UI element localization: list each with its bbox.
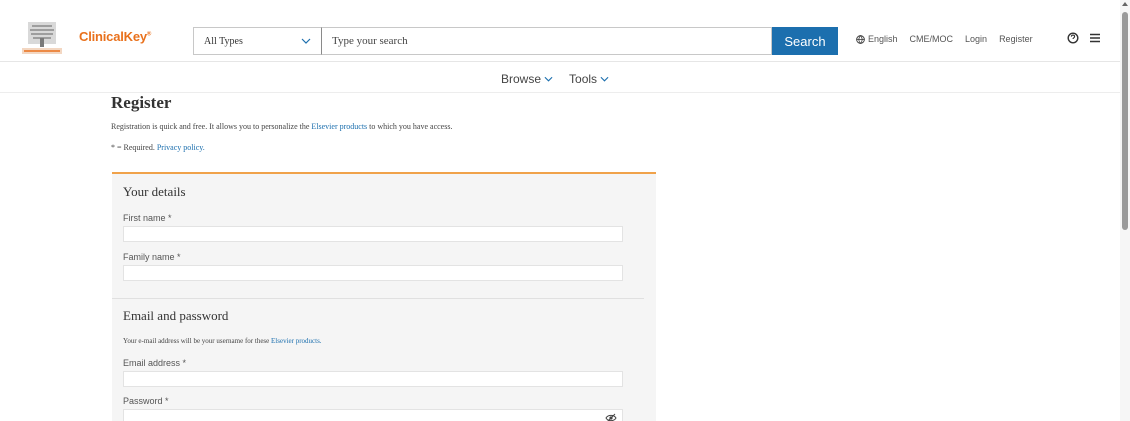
email-label: Email address * bbox=[123, 358, 187, 368]
page-title: Register bbox=[111, 93, 172, 112]
first-name-label: First name * bbox=[123, 213, 172, 223]
scrollbar-thumb[interactable] bbox=[1122, 12, 1128, 230]
elsevier-products-link-2[interactable]: Elsevier products. bbox=[271, 337, 322, 345]
email-password-heading: Email and password bbox=[123, 308, 229, 323]
chevron-down-icon bbox=[600, 76, 609, 82]
section-divider bbox=[112, 298, 644, 299]
family-name-field[interactable] bbox=[123, 265, 623, 281]
privacy-policy-link[interactable]: Privacy policy. bbox=[157, 143, 205, 152]
scroll-up-arrow-icon[interactable] bbox=[1122, 2, 1128, 6]
registration-form: Your details First name * Family name * … bbox=[112, 172, 656, 421]
email-note-text: Your e-mail address will be your usernam… bbox=[123, 337, 272, 345]
utility-links: English CME/MOC Login Register bbox=[856, 34, 1045, 44]
header-icons bbox=[1067, 32, 1111, 44]
search-button[interactable]: Search bbox=[772, 27, 838, 55]
brand-text: ClinicalKey bbox=[79, 29, 147, 44]
content-type-value: All Types bbox=[204, 35, 243, 47]
password-label: Password * bbox=[123, 396, 169, 406]
intro-text: Registration is quick and free. It allow… bbox=[111, 122, 312, 131]
required-text: * = Required. bbox=[111, 143, 155, 152]
language-selector[interactable]: English bbox=[856, 34, 898, 44]
email-note: Your e-mail address will be your usernam… bbox=[123, 337, 322, 345]
intro-text-end: to which you have access. bbox=[367, 122, 453, 131]
globe-icon bbox=[856, 34, 865, 44]
login-link[interactable]: Login bbox=[965, 34, 987, 44]
elsevier-products-link[interactable]: Elsevier products bbox=[311, 122, 367, 131]
tools-menu[interactable]: Tools bbox=[569, 72, 609, 86]
brand-name[interactable]: ClinicalKey® bbox=[79, 29, 151, 44]
brand-trademark: ® bbox=[146, 31, 152, 38]
email-field[interactable] bbox=[123, 371, 623, 387]
eye-slash-icon[interactable] bbox=[605, 413, 617, 421]
your-details-heading: Your details bbox=[123, 184, 186, 199]
browse-label: Browse bbox=[501, 72, 542, 86]
first-name-field[interactable] bbox=[123, 226, 623, 242]
cme-moc-link[interactable]: CME/MOC bbox=[910, 34, 954, 44]
required-note: * = Required. Privacy policy. bbox=[111, 143, 205, 152]
browse-menu[interactable]: Browse bbox=[501, 72, 553, 86]
content-type-select[interactable]: All Types bbox=[193, 27, 321, 55]
help-icon[interactable] bbox=[1067, 32, 1079, 44]
language-label: English bbox=[868, 34, 898, 44]
register-link[interactable]: Register bbox=[999, 34, 1033, 44]
menu-icon[interactable] bbox=[1089, 32, 1101, 44]
search-input[interactable] bbox=[321, 27, 772, 55]
tools-label: Tools bbox=[569, 72, 598, 86]
password-field[interactable] bbox=[123, 409, 623, 421]
page-scrollbar[interactable] bbox=[1120, 0, 1130, 421]
elsevier-tree-icon[interactable] bbox=[22, 20, 62, 56]
site-header: ClinicalKey® All Types Search English CM… bbox=[0, 10, 1120, 62]
chevron-down-icon bbox=[301, 38, 311, 44]
chevron-down-icon bbox=[544, 76, 553, 82]
registration-intro: Registration is quick and free. It allow… bbox=[111, 122, 452, 131]
family-name-label: Family name * bbox=[123, 252, 181, 262]
sub-navigation: Browse Tools bbox=[0, 63, 1120, 93]
